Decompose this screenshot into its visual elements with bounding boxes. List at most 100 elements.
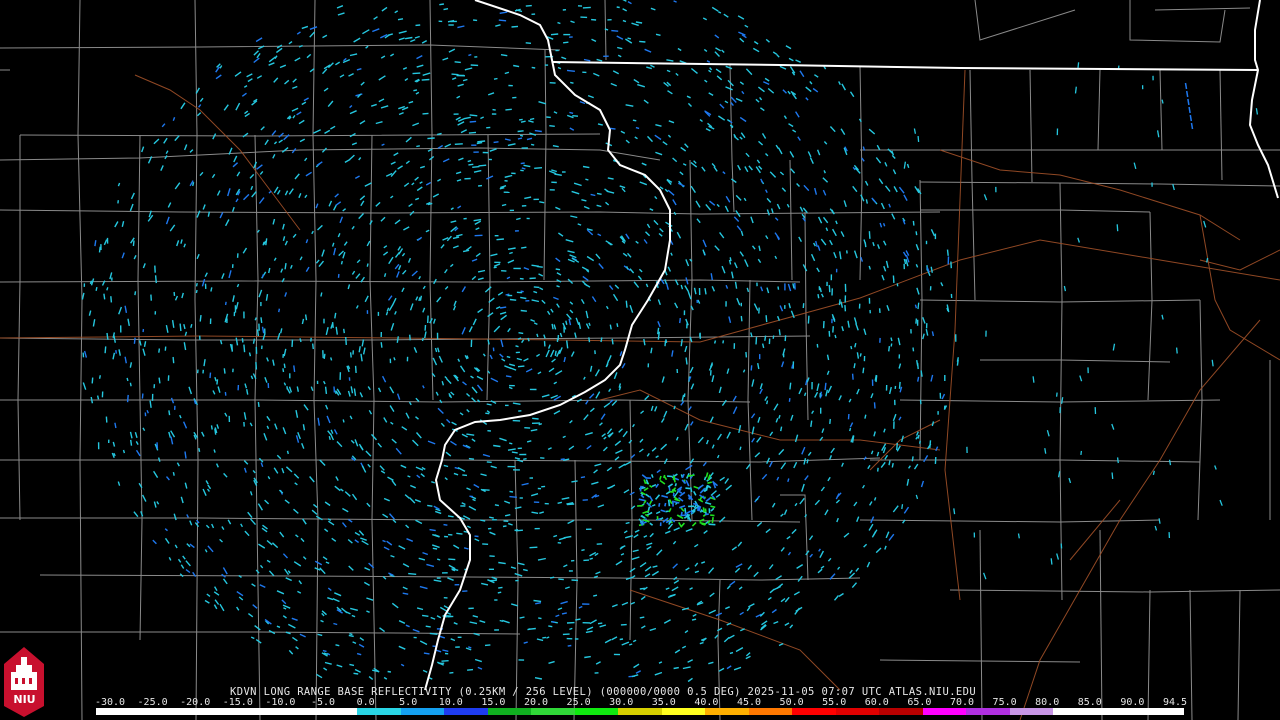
echo-mark bbox=[549, 576, 555, 579]
echo-mark bbox=[449, 671, 454, 674]
echo-mark bbox=[502, 525, 507, 528]
echo-mark bbox=[499, 619, 504, 622]
echo-mark bbox=[920, 370, 923, 377]
echo-mark bbox=[498, 19, 507, 22]
echo-mark bbox=[639, 485, 642, 492]
echo-mark bbox=[278, 308, 281, 313]
color-bar-segment bbox=[1140, 708, 1184, 715]
echo-mark bbox=[96, 395, 100, 400]
echo-mark bbox=[604, 28, 609, 31]
echo-mark bbox=[95, 286, 98, 291]
echo-mark bbox=[680, 339, 683, 347]
echo-mark bbox=[946, 249, 949, 256]
echo-mark bbox=[639, 616, 645, 619]
echo-mark bbox=[383, 273, 387, 277]
color-bar-segment bbox=[444, 708, 488, 715]
echo-mark bbox=[528, 627, 536, 630]
color-bar-segment bbox=[400, 708, 445, 715]
echo-mark bbox=[252, 338, 256, 344]
echo-mark bbox=[570, 81, 574, 84]
echo-mark bbox=[1080, 450, 1083, 455]
echo-mark bbox=[854, 342, 857, 348]
echo-mark bbox=[589, 557, 593, 560]
echo-mark bbox=[493, 444, 501, 448]
echo-mark bbox=[679, 318, 681, 324]
color-bar-segment bbox=[183, 708, 227, 715]
echo-mark bbox=[552, 145, 559, 148]
echo-mark bbox=[493, 77, 498, 80]
echo-mark bbox=[478, 164, 487, 167]
echo-mark bbox=[859, 353, 862, 357]
echo-mark bbox=[1044, 448, 1047, 454]
echo-mark bbox=[691, 509, 696, 512]
echo-mark bbox=[454, 61, 461, 64]
echo-mark bbox=[129, 382, 132, 387]
scale-label: 75.0 bbox=[992, 697, 1017, 708]
radar-map[interactable] bbox=[0, 0, 1280, 720]
echo-mark bbox=[806, 459, 809, 464]
echo-mark bbox=[184, 451, 187, 459]
echo-mark bbox=[525, 4, 532, 7]
echo-mark bbox=[331, 322, 334, 328]
color-bar-segment bbox=[487, 708, 532, 715]
echo-mark bbox=[387, 670, 392, 673]
echo-mark bbox=[122, 449, 126, 454]
echo-mark bbox=[293, 365, 296, 372]
echo-mark bbox=[628, 643, 633, 646]
scale-label: 80.0 bbox=[1035, 697, 1060, 708]
echo-mark bbox=[655, 33, 661, 36]
color-bar-segment bbox=[661, 708, 706, 715]
echo-mark bbox=[739, 446, 742, 451]
echo-mark bbox=[468, 163, 474, 166]
echo-mark bbox=[468, 131, 477, 134]
echo-mark bbox=[755, 337, 758, 345]
echo-mark bbox=[342, 419, 345, 423]
echo-mark bbox=[412, 72, 421, 75]
scale-label: 65.0 bbox=[907, 697, 932, 708]
echo-mark bbox=[1211, 359, 1214, 367]
echo-mark bbox=[195, 282, 198, 287]
echo-mark bbox=[498, 586, 503, 589]
echo-mark bbox=[134, 291, 137, 296]
echo-mark bbox=[765, 315, 768, 323]
echo-mark bbox=[890, 337, 893, 342]
echo-mark bbox=[1152, 470, 1155, 476]
echo-mark bbox=[509, 490, 514, 493]
echo-mark bbox=[209, 372, 212, 379]
echo-mark bbox=[284, 262, 287, 270]
echo-mark bbox=[556, 285, 560, 288]
echo-mark bbox=[509, 251, 513, 255]
echo-mark bbox=[149, 400, 152, 408]
scale-label: 30.0 bbox=[609, 697, 634, 708]
color-bar-segment bbox=[313, 708, 358, 715]
echo-mark bbox=[824, 382, 827, 391]
echo-mark bbox=[190, 324, 193, 328]
echo-mark bbox=[896, 442, 898, 451]
echo-mark bbox=[917, 434, 920, 439]
echo-mark bbox=[632, 119, 637, 122]
echo-mark bbox=[451, 73, 459, 76]
echo-mark bbox=[684, 507, 687, 514]
color-bar-segment bbox=[922, 708, 967, 715]
echo-mark bbox=[635, 21, 643, 24]
echo-mark bbox=[538, 617, 542, 620]
echo-mark bbox=[467, 159, 472, 163]
echo-mark bbox=[265, 238, 268, 246]
echo-mark bbox=[115, 350, 117, 354]
echo-mark bbox=[447, 515, 454, 518]
echo-mark bbox=[580, 476, 586, 479]
echo-mark bbox=[538, 423, 543, 426]
echo-mark bbox=[596, 192, 602, 195]
echo-mark bbox=[582, 6, 591, 9]
echo-mark bbox=[658, 502, 661, 507]
color-bar-segment bbox=[226, 708, 271, 715]
echo-mark bbox=[172, 471, 175, 476]
echo-mark bbox=[865, 199, 868, 204]
echo-mark bbox=[946, 307, 949, 312]
echo-mark bbox=[778, 329, 781, 336]
color-bar-segment bbox=[1009, 708, 1054, 715]
echo-mark bbox=[509, 495, 517, 498]
echo-mark bbox=[892, 275, 895, 283]
map-background bbox=[0, 0, 1280, 720]
echo-mark bbox=[210, 287, 213, 292]
